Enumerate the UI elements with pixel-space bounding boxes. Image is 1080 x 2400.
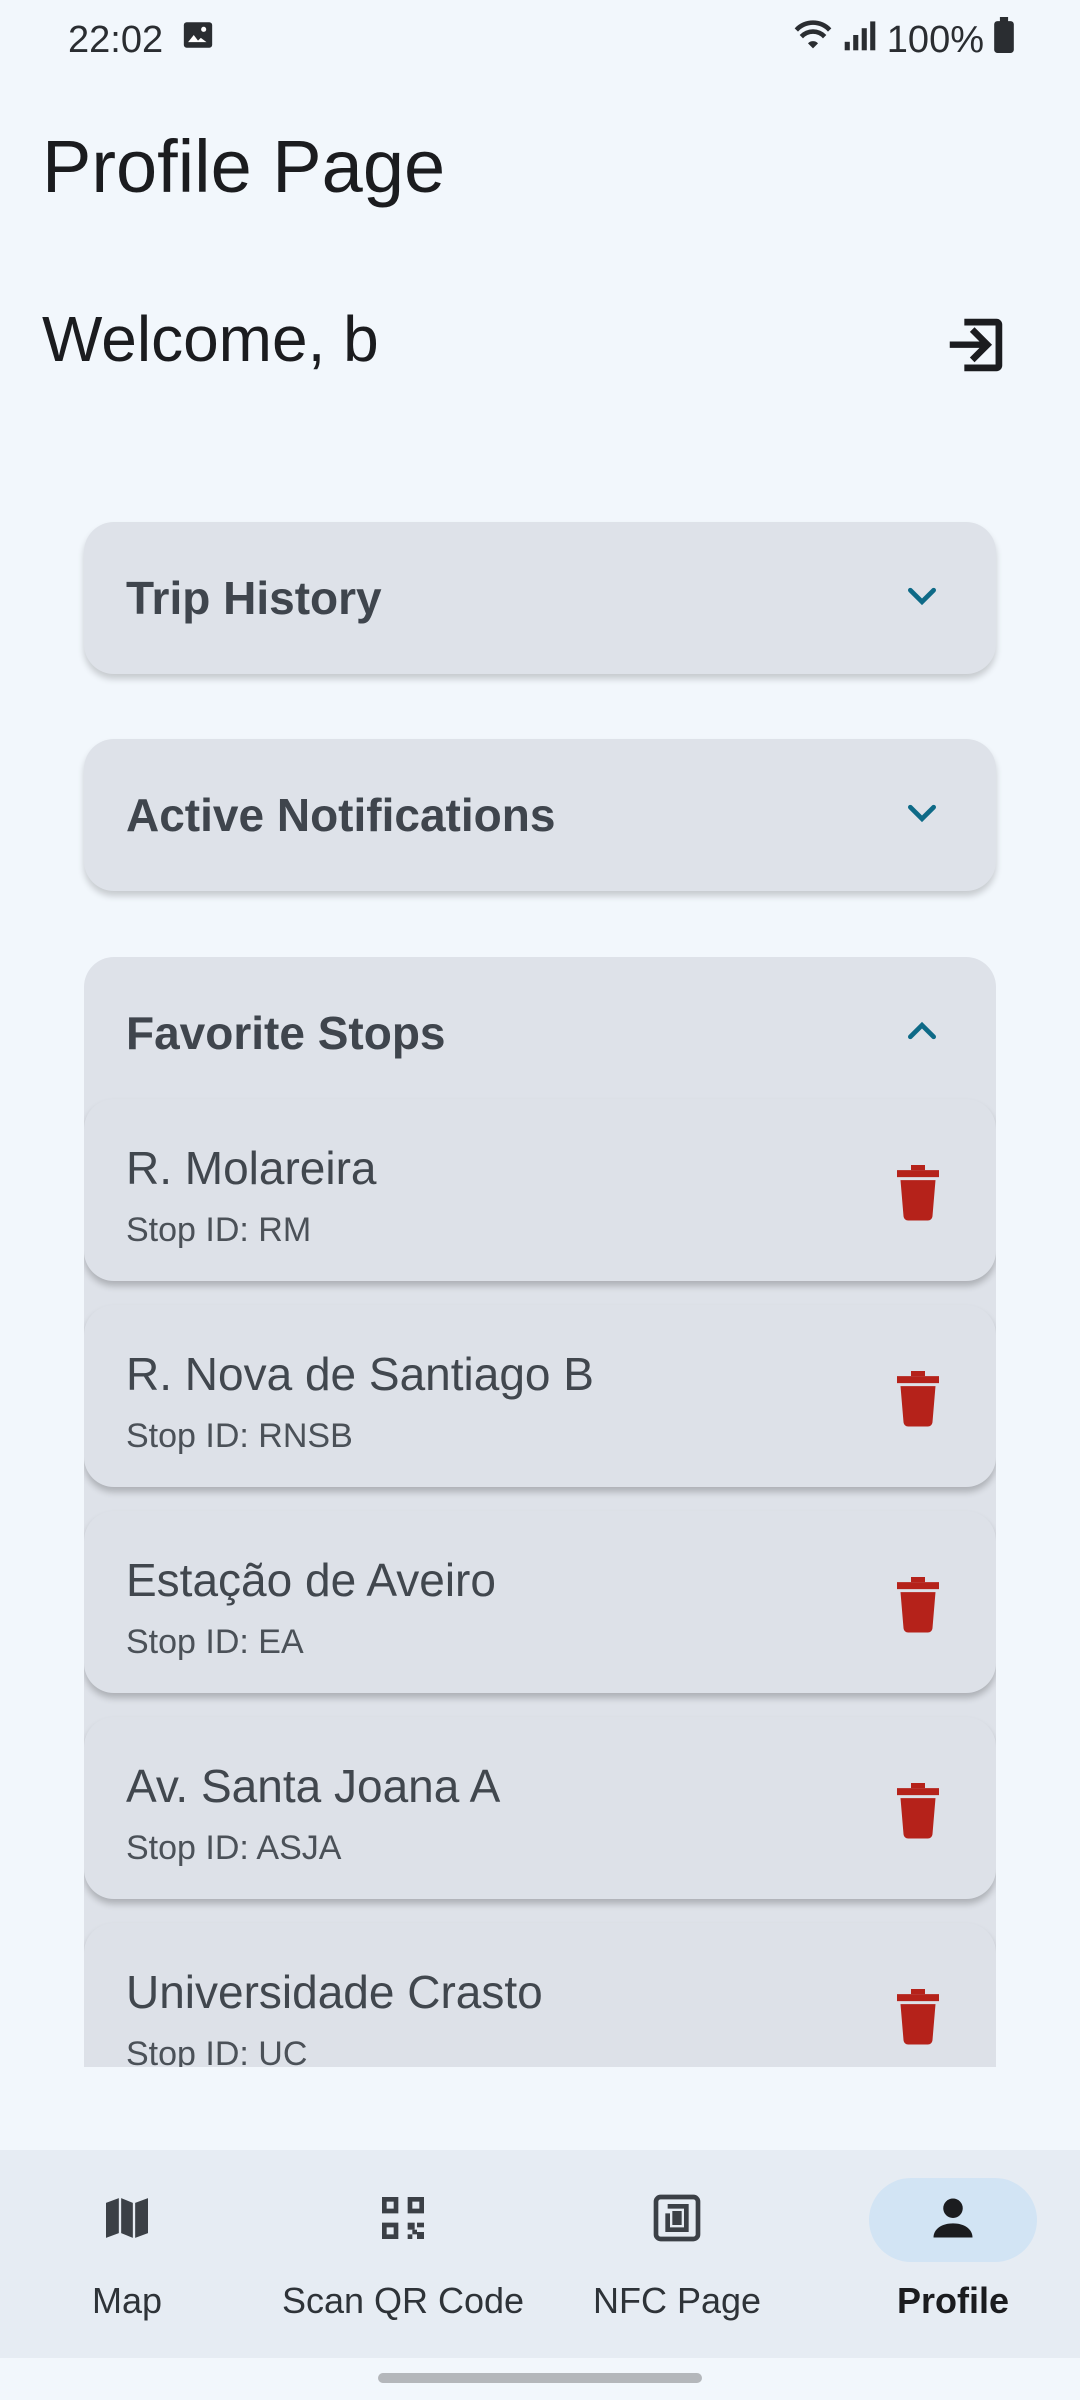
favorite-stops-card: Favorite Stops R. Molareira Stop ID: RM … — [84, 957, 996, 2067]
chevron-down-icon — [902, 576, 942, 621]
wifi-icon — [793, 18, 833, 62]
home-indicator — [378, 2373, 702, 2383]
nav-label-profile: Profile — [896, 2280, 1010, 2321]
stop-name: Estação de Aveiro — [126, 1554, 496, 1606]
status-bar: 22:02 100% — [0, 0, 1080, 80]
status-left: 22:02 — [68, 18, 215, 62]
nav-label-nfc: NFC Page — [592, 2280, 762, 2321]
nav-item-map[interactable]: Map — [0, 2178, 262, 2338]
stop-name: Universidade Crasto — [126, 1966, 543, 2018]
stop-item-molareira[interactable]: R. Molareira Stop ID: RM — [84, 1099, 996, 1281]
status-right: 100% — [793, 17, 1014, 63]
nav-item-scan-qr[interactable]: Scan QR Code — [268, 2178, 538, 2338]
battery-icon — [994, 17, 1014, 63]
stop-id: Stop ID: EA — [126, 1623, 304, 1661]
trip-history-header[interactable]: Trip History — [84, 522, 996, 674]
logout-icon — [940, 310, 1012, 385]
logout-button[interactable] — [934, 305, 1018, 389]
nav-icon-container — [43, 2178, 211, 2262]
stop-name: R. Nova de Santiago B — [126, 1348, 594, 1400]
stop-name: Av. Santa Joana A — [126, 1760, 501, 1812]
stop-name: R. Molareira — [126, 1142, 377, 1194]
delete-icon[interactable] — [894, 1989, 942, 2045]
person-icon — [927, 2192, 979, 2249]
nav-icon-container — [869, 2178, 1037, 2262]
stop-id: Stop ID: RM — [126, 1211, 312, 1249]
stop-id: Stop ID: RNSB — [126, 1417, 353, 1455]
nav-icon-container — [319, 2178, 487, 2262]
delete-icon[interactable] — [894, 1371, 942, 1427]
stop-item-estacao-de-aveiro[interactable]: Estação de Aveiro Stop ID: EA — [84, 1511, 996, 1693]
signal-icon — [843, 18, 877, 62]
qr-code-icon — [375, 2190, 431, 2251]
stop-item-nova-de-santiago[interactable]: R. Nova de Santiago B Stop ID: RNSB — [84, 1305, 996, 1487]
active-notifications-header[interactable]: Active Notifications — [84, 739, 996, 891]
delete-icon[interactable] — [894, 1165, 942, 1221]
bottom-nav: Map Scan QR Code NFC Page Profile — [0, 2150, 1080, 2358]
welcome-text: Welcome, b — [42, 303, 379, 375]
battery-percent: 100% — [886, 18, 984, 61]
nav-item-nfc[interactable]: NFC Page — [542, 2178, 812, 2338]
status-time: 22:02 — [68, 18, 164, 61]
nav-icon-container — [593, 2178, 761, 2262]
delete-icon[interactable] — [894, 1577, 942, 1633]
profile-screen: 22:02 100% Profile Page Welcome, b Trip … — [0, 0, 1080, 2400]
nav-label-map: Map — [91, 2280, 163, 2321]
active-notifications-title: Active Notifications — [126, 789, 556, 841]
trip-history-title: Trip History — [126, 572, 382, 624]
stop-item-universidade-crasto[interactable]: Universidade Crasto Stop ID: UC — [84, 1923, 996, 2067]
stop-id: Stop ID: ASJA — [126, 1829, 342, 1867]
image-icon — [181, 18, 215, 62]
favorite-stops-title: Favorite Stops — [126, 1007, 446, 1059]
trip-history-card: Trip History — [84, 522, 996, 674]
map-icon — [99, 2190, 155, 2251]
stop-id: Stop ID: UC — [126, 2035, 308, 2067]
nav-label-scan-qr: Scan QR Code — [281, 2280, 525, 2321]
delete-icon[interactable] — [894, 1783, 942, 1839]
nfc-icon — [649, 2190, 705, 2251]
stop-item-santa-joana[interactable]: Av. Santa Joana A Stop ID: ASJA — [84, 1717, 996, 1899]
favorite-stops-header[interactable]: Favorite Stops — [84, 957, 996, 1109]
chevron-up-icon — [902, 1011, 942, 1056]
active-notifications-card: Active Notifications — [84, 739, 996, 891]
chevron-down-icon — [902, 793, 942, 838]
page-title: Profile Page — [42, 125, 446, 208]
nav-item-profile[interactable]: Profile — [818, 2178, 1080, 2338]
